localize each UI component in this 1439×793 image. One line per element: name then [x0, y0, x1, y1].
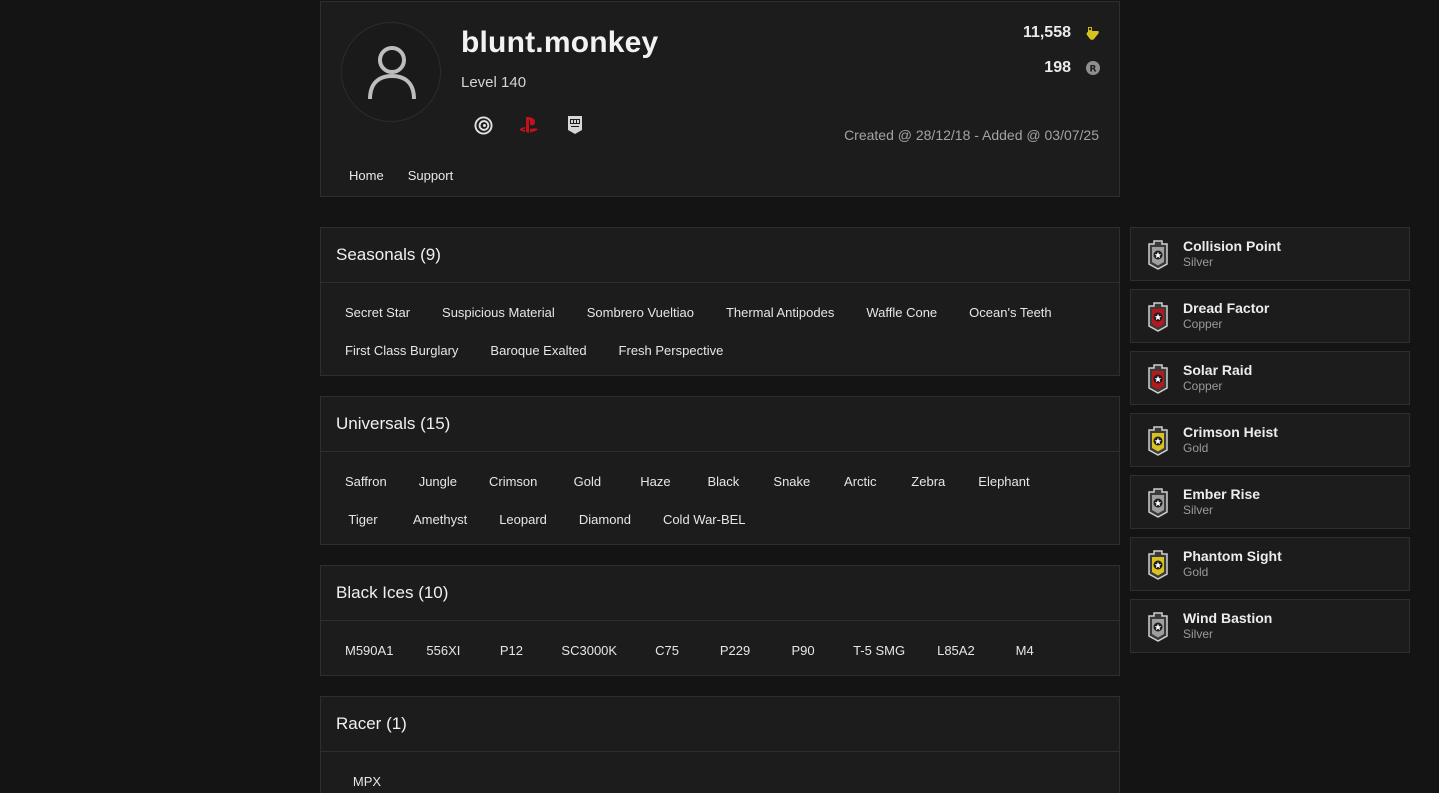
charm-name: Wind Bastion	[1183, 610, 1273, 626]
skin-item[interactable]: First Class Burglary	[329, 331, 474, 369]
section-title: Universals (15)	[321, 397, 1119, 452]
skin-item[interactable]: Snake	[757, 462, 826, 500]
skin-item[interactable]: Haze	[621, 462, 689, 500]
svg-text:R: R	[1090, 65, 1097, 75]
avatar	[341, 22, 441, 122]
charm-name: Phantom Sight	[1183, 548, 1282, 564]
section-title: Black Ices (10)	[321, 566, 1119, 621]
rank-badge-icon	[1148, 426, 1168, 456]
player-level: Level 140	[461, 74, 527, 91]
skin-item[interactable]: Tiger	[329, 500, 397, 538]
charm-card[interactable]: Wind Bastion Silver	[1130, 599, 1410, 653]
platform-list	[473, 115, 585, 135]
credits-value: 11,558	[1022, 24, 1071, 41]
skin-item[interactable]: P12	[477, 631, 545, 669]
charm-tier: Gold	[1183, 565, 1209, 579]
user-icon	[368, 46, 416, 100]
section-title: Seasonals (9)	[321, 228, 1119, 283]
charm-tier: Silver	[1183, 503, 1214, 517]
skin-item[interactable]: T-5 SMG	[837, 631, 921, 669]
skin-item[interactable]: Arctic	[826, 462, 894, 500]
skin-item[interactable]: Leopard	[483, 500, 563, 538]
item-list: MPX	[321, 752, 1119, 793]
item-list: M590A1 556XI P12 SC3000K C75 P229 P90 T-…	[321, 621, 1119, 669]
skin-item[interactable]: Jungle	[403, 462, 473, 500]
skin-item[interactable]: Secret Star	[329, 293, 426, 331]
charm-name: Ember Rise	[1183, 486, 1261, 502]
profile-card: blunt.monkey Level 140 11,558 198 R Crea…	[320, 1, 1120, 197]
skin-item[interactable]: P90	[769, 631, 837, 669]
rank-badge-icon	[1148, 240, 1168, 270]
skin-item[interactable]: M590A1	[329, 631, 409, 669]
ubisoft-icon[interactable]	[473, 115, 493, 135]
skin-item[interactable]: Saffron	[329, 462, 403, 500]
section-universals: Universals (15) Saffron Jungle Crimson G…	[320, 396, 1120, 545]
skin-item[interactable]: Suspicious Material	[426, 293, 571, 331]
skin-item[interactable]: Baroque Exalted	[474, 331, 602, 369]
charm-name: Collision Point	[1183, 238, 1281, 254]
username: blunt.monkey	[461, 26, 659, 59]
section-racer: Racer (1) MPX	[320, 696, 1120, 793]
section-title: Racer (1)	[321, 697, 1119, 752]
playstation-icon[interactable]	[519, 115, 539, 135]
charm-card[interactable]: Collision Point Silver	[1130, 227, 1410, 281]
nav-home[interactable]: Home	[349, 168, 384, 183]
charm-tier: Silver	[1183, 255, 1214, 269]
skin-item[interactable]: 556XI	[409, 631, 477, 669]
renown-icon: R	[1086, 61, 1100, 75]
credits-icon	[1086, 27, 1099, 40]
skin-item[interactable]: Zebra	[894, 462, 962, 500]
account-dates: Created @ 28/12/18 - Added @ 03/07/25	[844, 127, 1099, 143]
item-list: Saffron Jungle Crimson Gold Haze Black S…	[321, 452, 1119, 538]
skin-item[interactable]: Elephant	[962, 462, 1045, 500]
skin-item[interactable]: Gold	[553, 462, 621, 500]
profile-nav: Home Support	[349, 168, 453, 183]
nav-support[interactable]: Support	[408, 168, 454, 183]
credits-stat: 11,558	[1023, 24, 1101, 42]
rank-badge-icon	[1148, 612, 1168, 642]
skin-item[interactable]: Ocean's Teeth	[953, 293, 1067, 331]
charm-tier: Silver	[1183, 627, 1214, 641]
renown-stat: 198 R	[1044, 59, 1101, 77]
rank-badge-icon	[1148, 550, 1168, 580]
skin-item[interactable]: C75	[633, 631, 701, 669]
charm-tier: Copper	[1183, 379, 1223, 393]
renown-value: 198	[1044, 59, 1071, 76]
skin-item[interactable]: P229	[701, 631, 769, 669]
charm-name: Crimson Heist	[1183, 424, 1278, 440]
skin-item[interactable]: Diamond	[563, 500, 647, 538]
charm-card[interactable]: Dread Factor Copper	[1130, 289, 1410, 343]
skin-item[interactable]: L85A2	[921, 631, 991, 669]
skin-item[interactable]: Black	[689, 462, 757, 500]
section-seasonals: Seasonals (9) Secret Star Suspicious Mat…	[320, 227, 1120, 376]
skin-item[interactable]: Amethyst	[397, 500, 483, 538]
rank-badge-icon	[1148, 302, 1168, 332]
skin-item[interactable]: Fresh Perspective	[603, 331, 740, 369]
section-black-ices: Black Ices (10) M590A1 556XI P12 SC3000K…	[320, 565, 1120, 676]
skin-item[interactable]: Waffle Cone	[850, 293, 953, 331]
charm-tier: Gold	[1183, 441, 1209, 455]
charm-tier: Copper	[1183, 317, 1223, 331]
rank-badge-icon	[1148, 488, 1168, 518]
rank-badge-icon	[1148, 364, 1168, 394]
charm-name: Dread Factor	[1183, 300, 1270, 316]
charm-card[interactable]: Ember Rise Silver	[1130, 475, 1410, 529]
skin-item[interactable]: M4	[991, 631, 1059, 669]
charm-card[interactable]: Solar Raid Copper	[1130, 351, 1410, 405]
charm-card[interactable]: Crimson Heist Gold	[1130, 413, 1410, 467]
charm-card[interactable]: Phantom Sight Gold	[1130, 537, 1410, 591]
skin-item[interactable]: Sombrero Vueltiao	[571, 293, 710, 331]
skin-item[interactable]: Cold War-BEL	[647, 500, 762, 538]
skin-item[interactable]: Thermal Antipodes	[710, 293, 850, 331]
skin-item[interactable]: SC3000K	[545, 631, 633, 669]
skin-item[interactable]: MPX	[333, 762, 401, 793]
charm-name: Solar Raid	[1183, 362, 1253, 378]
epic-games-icon[interactable]	[565, 115, 585, 135]
skin-item[interactable]: Crimson	[473, 462, 553, 500]
item-list: Secret Star Suspicious Material Sombrero…	[321, 283, 1119, 369]
